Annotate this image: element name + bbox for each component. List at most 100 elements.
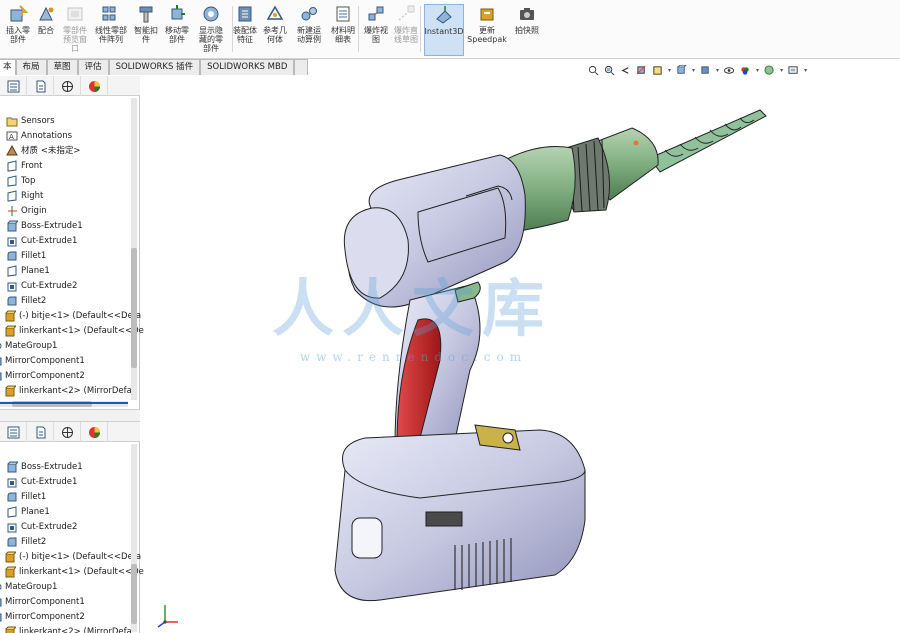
tree-item[interactable]: MirrorComponent2: [0, 610, 85, 624]
tree-item[interactable]: Fillet2: [6, 535, 46, 549]
tree-item[interactable]: MirrorComponent1: [0, 354, 85, 368]
command-tab[interactable]: 本: [0, 59, 16, 75]
tab-display-manager[interactable]: [81, 422, 108, 442]
tree-item[interactable]: Front: [6, 159, 43, 173]
tree-item[interactable]: Top: [6, 174, 35, 188]
tab-feature-manager[interactable]: [0, 422, 27, 442]
ribbon-button-instant3d[interactable]: Instant3D: [424, 4, 464, 56]
ribbon-button-assembly-feature[interactable]: 装配体 特征: [233, 4, 257, 56]
fillet-icon: [7, 537, 17, 547]
command-tab[interactable]: SOLIDWORKS 插件: [108, 59, 201, 75]
ribbon-button-insert-component[interactable]: 插入零 部件: [4, 4, 32, 56]
feature-manager-icon: [7, 80, 19, 92]
cut-extrude-icon: [7, 237, 17, 247]
mategroup-icon: [0, 343, 2, 349]
drill-chuck[interactable]: [563, 127, 659, 213]
command-tab[interactable]: 评估: [77, 59, 109, 75]
ribbon-button-move-component[interactable]: 移动零 部件: [163, 4, 191, 56]
tree-item[interactable]: MirrorComponent1: [0, 595, 85, 609]
mirror-icon: [0, 372, 2, 381]
tree-item[interactable]: Origin: [6, 204, 47, 218]
tree-item[interactable]: linkerkant<2> (MirrorDefa: [4, 625, 132, 633]
ribbon-button-component-preview[interactable]: 零部件 预览窗 口: [60, 4, 90, 56]
ribbon-button-new-motion-study[interactable]: 新建运 动算例: [294, 4, 324, 56]
tree-item-label: Top: [21, 176, 36, 186]
tree-item[interactable]: (-) bitje<1> (Default<<Defa: [4, 309, 141, 323]
ribbon-button-reference-geometry[interactable]: 参考几 何体: [261, 4, 289, 56]
part-icon: [5, 385, 16, 397]
ribbon-button-exploded-view[interactable]: 爆炸视 图: [364, 4, 388, 56]
ribbon-button-label: 零部件 预览窗 口: [63, 26, 87, 53]
tab-property-manager[interactable]: [27, 422, 54, 442]
tree-item[interactable]: Cut-Extrude2: [6, 520, 77, 534]
tab-configuration-manager[interactable]: [54, 76, 81, 96]
ribbon-button-speedpak[interactable]: 更新 Speedpak: [467, 4, 507, 56]
command-tab[interactable]: 草图: [46, 59, 78, 75]
tree-item[interactable]: Plane1: [6, 264, 50, 278]
scrollbar-thumb[interactable]: [131, 248, 137, 368]
tree-item[interactable]: linkerkant<1> (Default<<De: [4, 565, 144, 579]
drill-bit[interactable]: [649, 109, 767, 173]
tree-item[interactable]: A Annotations: [6, 129, 72, 143]
tree-item[interactable]: (-) bitje<1> (Default<<Defa: [4, 550, 141, 564]
tab-feature-manager[interactable]: [0, 76, 27, 96]
mate-icon: [39, 6, 54, 21]
tab-property-manager[interactable]: [27, 76, 54, 96]
ribbon-button-snapshot[interactable]: 拍快照: [512, 4, 542, 56]
vertical-scrollbar[interactable]: [131, 444, 137, 632]
tree-item[interactable]: Cut-Extrude1: [6, 234, 77, 248]
pane-splitter[interactable]: [0, 409, 140, 422]
chevron-down-icon[interactable]: ▾: [756, 67, 759, 74]
chevron-down-icon[interactable]: ▾: [716, 67, 719, 74]
ribbon-button-linear-pattern[interactable]: 线性零部 件阵列: [93, 4, 129, 56]
tree-item[interactable]: Cut-Extrude2: [6, 279, 77, 293]
display-manager-icon: [88, 80, 100, 92]
command-tab[interactable]: 布局: [15, 59, 47, 75]
ribbon-button-mate[interactable]: 配合: [36, 4, 56, 56]
command-tab[interactable]: [294, 59, 309, 75]
annotations-icon: A: [6, 131, 18, 141]
ribbon-button-smart-fastener[interactable]: 智能扣 件: [133, 4, 159, 56]
ribbon-button-label: 拍快照: [515, 26, 539, 35]
tree-item[interactable]: MateGroup1: [0, 339, 57, 353]
scrollbar-thumb[interactable]: [131, 564, 137, 624]
tab-display-manager[interactable]: [81, 76, 108, 96]
tree-item[interactable]: linkerkant<2> (MirrorDefau: [4, 384, 137, 398]
tree-item[interactable]: linkerkant<1> (Default<<De: [4, 324, 144, 338]
tree-item[interactable]: Plane1: [6, 505, 50, 519]
tree-item[interactable]: MateGroup1: [0, 580, 57, 594]
tree-item[interactable]: Fillet1: [6, 249, 46, 263]
mirror-icon: [0, 613, 2, 622]
tree-item[interactable]: Boss-Extrude1: [6, 460, 83, 474]
tree-item[interactable]: Sensors: [6, 114, 55, 128]
tree-item[interactable]: Fillet1: [6, 490, 46, 504]
chevron-down-icon[interactable]: ▾: [780, 67, 783, 74]
tree-item[interactable]: 材质 <未指定>: [6, 144, 80, 158]
tab-configuration-manager[interactable]: [54, 422, 81, 442]
reference-geometry-icon: [266, 5, 284, 20]
chevron-down-icon[interactable]: ▾: [668, 67, 671, 74]
chevron-down-icon[interactable]: ▾: [804, 67, 807, 74]
cut-extrude-icon: [7, 523, 17, 533]
ribbon-button-label: 显示隐 藏的零 部件: [199, 26, 223, 53]
display-manager-icon: [88, 426, 100, 438]
battery-latch[interactable]: [351, 517, 383, 559]
ribbon-button-bom[interactable]: 材料明 细表: [328, 4, 358, 56]
show-hidden-icon: [203, 6, 219, 22]
command-tab[interactable]: SOLIDWORKS MBD: [200, 59, 295, 75]
tree-item[interactable]: Right: [6, 189, 43, 203]
cut-extrude-icon: [7, 478, 17, 488]
tree-item[interactable]: MirrorComponent2: [0, 369, 85, 383]
ribbon-button-show-hidden[interactable]: 显示隐 藏的零 部件: [195, 4, 227, 56]
zoom-to-fit-icon: [588, 65, 599, 75]
vertical-scrollbar[interactable]: [131, 98, 137, 400]
tree-item[interactable]: Cut-Extrude1: [6, 475, 77, 489]
chevron-down-icon[interactable]: ▾: [692, 67, 695, 74]
tree-item[interactable]: Fillet2: [6, 294, 46, 308]
fillet-icon: [7, 296, 17, 306]
tree-item[interactable]: Boss-Extrude1: [6, 219, 83, 233]
tree-item-label: Front: [21, 161, 43, 171]
tree-item-label: Cut-Extrude2: [21, 522, 78, 532]
ribbon-button-explode-line-sketch[interactable]: 爆炸直 线草图: [392, 4, 420, 56]
ribbon-button-label: Instant3D: [424, 27, 464, 36]
